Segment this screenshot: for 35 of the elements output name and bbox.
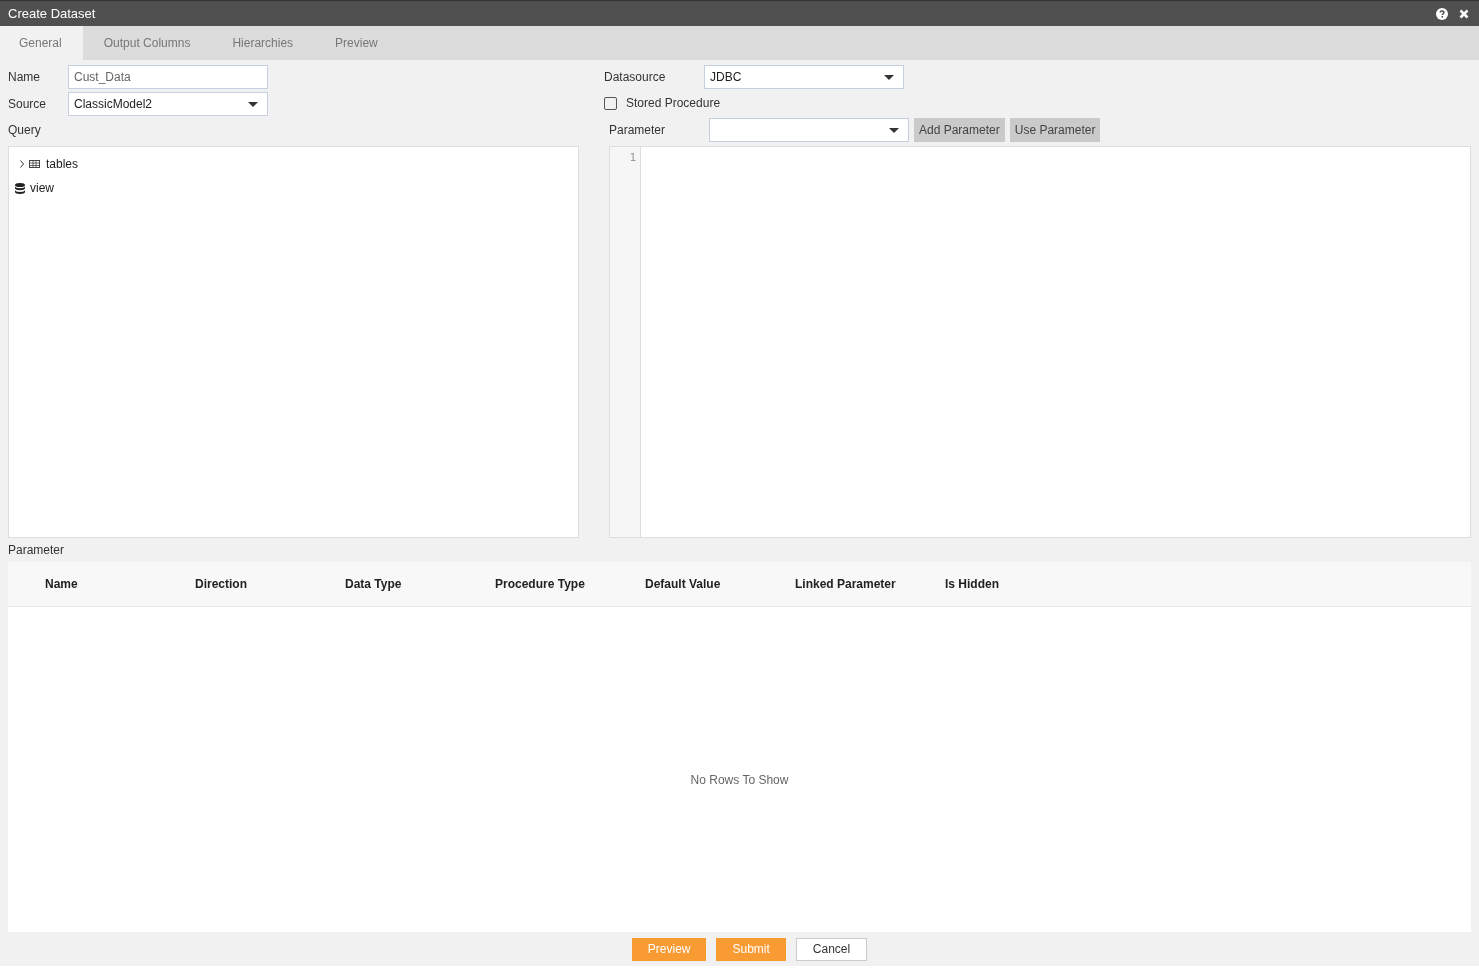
field-label: Name bbox=[8, 70, 41, 84]
dropdown-caret-icon bbox=[889, 127, 899, 133]
close-icon[interactable] bbox=[1459, 8, 1469, 19]
help-icon[interactable] bbox=[1436, 7, 1448, 20]
field-label: Datasource bbox=[604, 70, 667, 84]
column-header[interactable]: Direction bbox=[195, 577, 345, 591]
field-label: Source bbox=[8, 97, 48, 111]
tree-item[interactable]: view bbox=[30, 181, 54, 195]
secondary-button[interactable]: Cancel bbox=[795, 937, 868, 961]
column-header[interactable]: Default Value bbox=[645, 577, 795, 591]
column-header[interactable]: Name bbox=[45, 577, 195, 591]
window-title: Create Dataset bbox=[8, 6, 96, 21]
column-header[interactable]: Linked Parameter bbox=[795, 577, 945, 591]
field-label: Parameter bbox=[609, 123, 667, 137]
parameter-button[interactable]: Use Parameter bbox=[1009, 118, 1101, 142]
dropdown-caret-icon bbox=[248, 101, 258, 107]
database-icon bbox=[15, 182, 25, 194]
parameter-button[interactable]: Add Parameter bbox=[914, 118, 1005, 142]
tab[interactable]: General bbox=[0, 26, 83, 60]
checkbox[interactable] bbox=[604, 96, 617, 110]
section-label: Query bbox=[8, 123, 42, 137]
checkbox-label: Stored Procedure bbox=[626, 96, 721, 110]
chevron-right-icon[interactable] bbox=[19, 160, 25, 168]
name-input[interactable]: Cust_Data bbox=[68, 65, 268, 89]
column-header[interactable]: Procedure Type bbox=[495, 577, 645, 591]
tree-item[interactable]: tables bbox=[46, 157, 79, 171]
datasource-dropdown[interactable]: JDBC bbox=[704, 65, 904, 89]
section-label: Parameter bbox=[7, 542, 66, 559]
empty-message: No Rows To Show bbox=[690, 772, 789, 787]
line-number: 1 bbox=[628, 151, 637, 164]
table-icon bbox=[29, 160, 40, 168]
column-header[interactable]: Data Type bbox=[345, 577, 495, 591]
column-header[interactable]: Is Hidden bbox=[945, 577, 1095, 591]
source-dropdown[interactable]: ClassicModel2 bbox=[68, 92, 268, 116]
dropdown-caret-icon bbox=[884, 74, 894, 80]
